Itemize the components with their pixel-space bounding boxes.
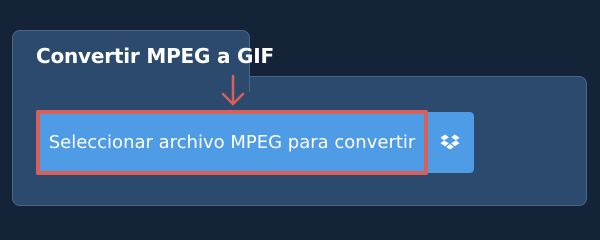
tab-title: Convertir MPEG a GIF bbox=[36, 44, 274, 68]
dropbox-icon bbox=[440, 134, 460, 152]
dropbox-button[interactable] bbox=[426, 112, 474, 173]
converter-tab: Convertir MPEG a GIF bbox=[12, 30, 274, 92]
select-mpeg-file-button[interactable]: Seleccionar archivo MPEG para convertir bbox=[36, 110, 428, 175]
tab-panel-joint bbox=[13, 76, 249, 80]
arrow-down-icon bbox=[219, 74, 247, 108]
